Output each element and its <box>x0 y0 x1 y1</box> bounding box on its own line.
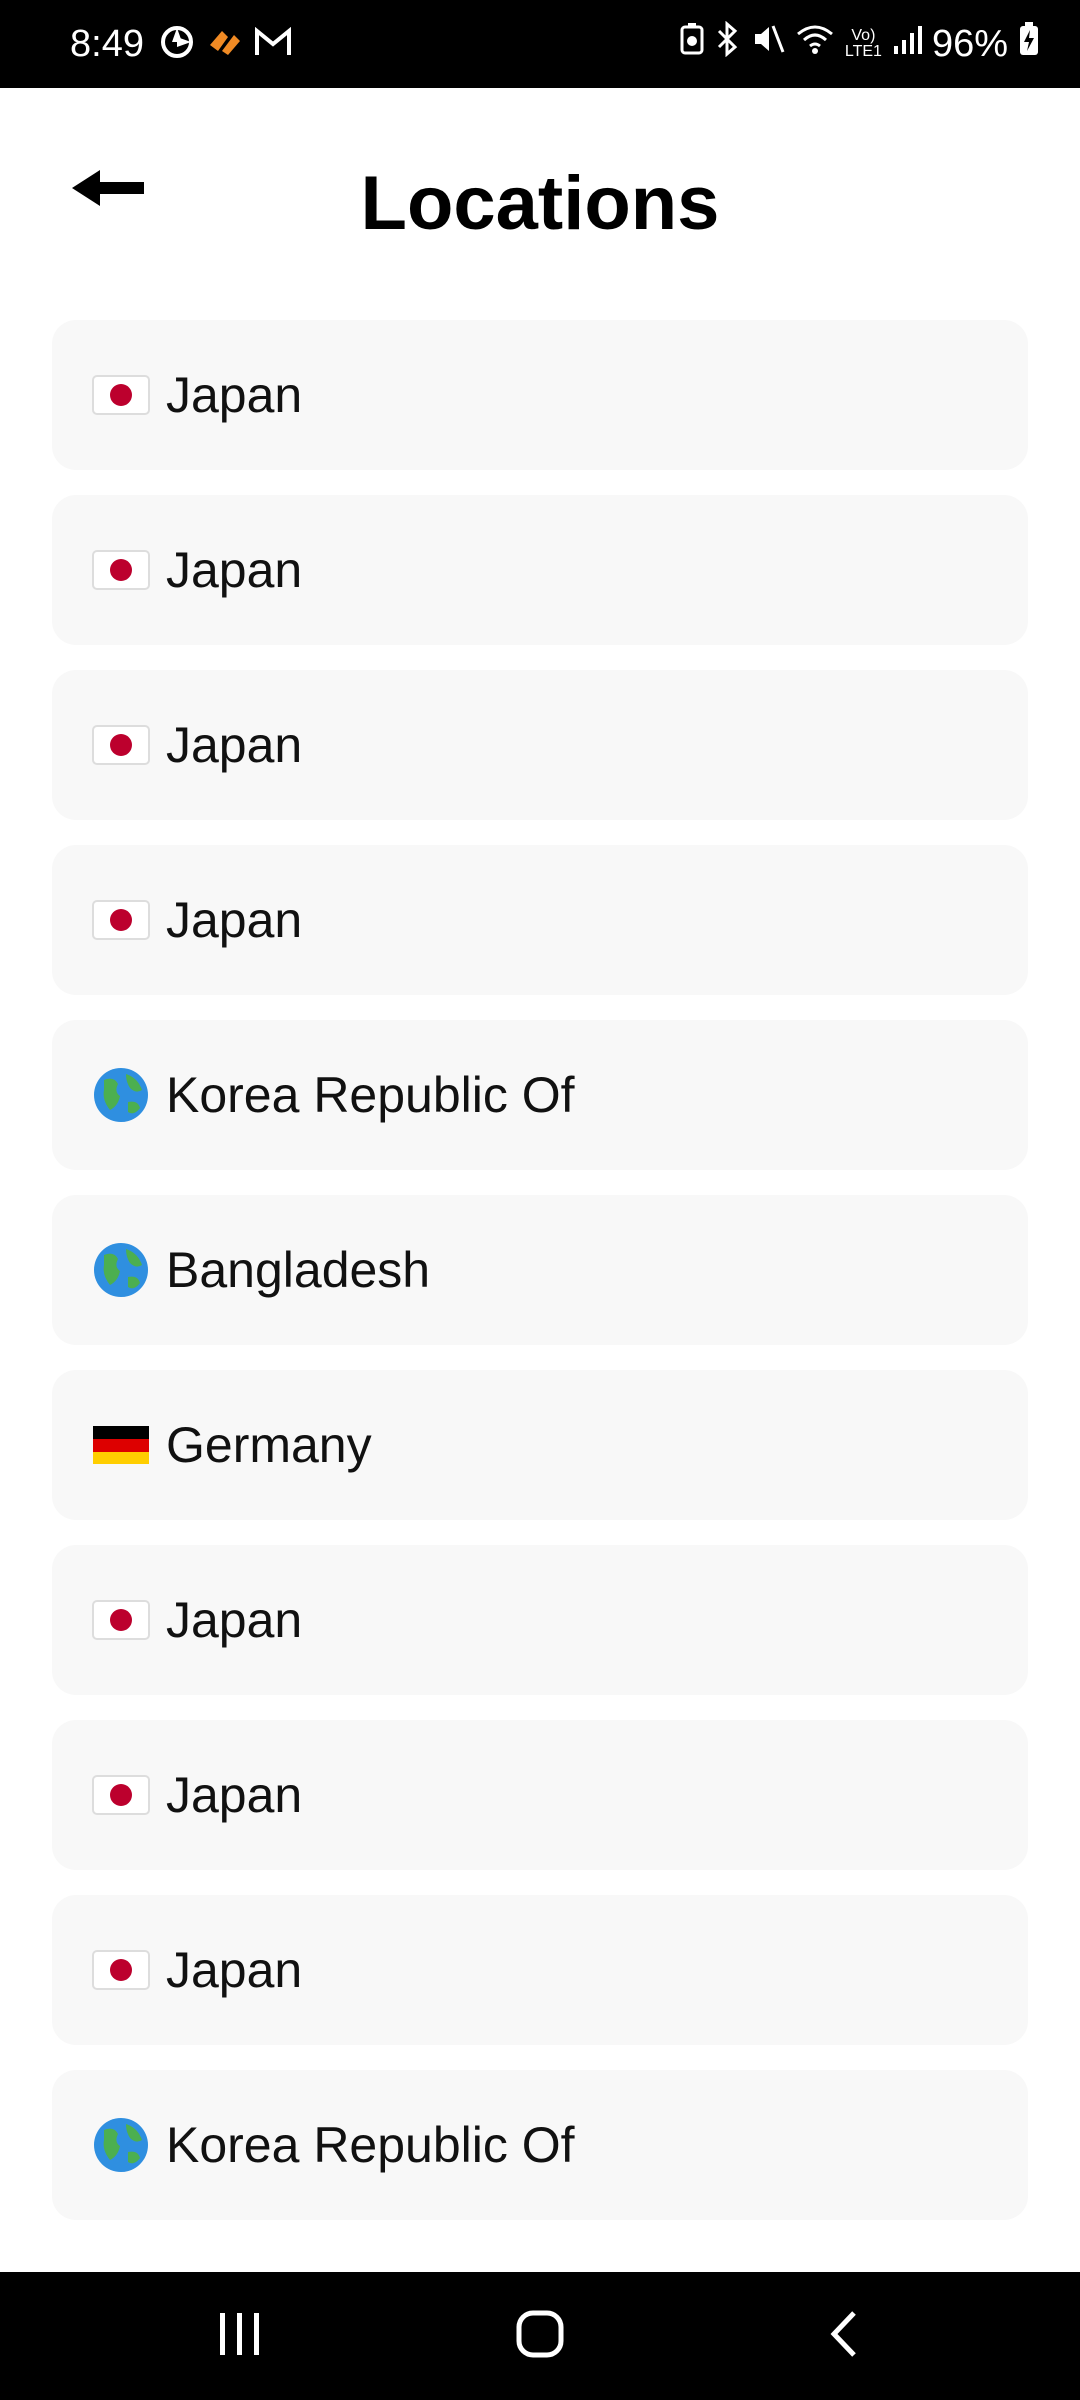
location-label: Japan <box>166 367 303 423</box>
header: Locations <box>0 88 1080 318</box>
battery-saver-icon <box>679 22 705 66</box>
location-label: Korea Republic Of <box>166 1067 575 1123</box>
japan-flag-icon <box>92 716 150 774</box>
globe-icon <box>92 1066 150 1124</box>
globe-icon <box>92 2116 150 2174</box>
notification-icons <box>160 0 292 88</box>
location-item[interactable]: Japan <box>52 670 1028 820</box>
location-item[interactable]: Japan <box>52 495 1028 645</box>
wifi-icon <box>795 22 835 66</box>
location-item[interactable]: Korea Republic Of <box>52 1020 1028 1170</box>
home-button[interactable] <box>480 2296 600 2376</box>
location-item[interactable]: Bangladesh <box>52 1195 1028 1345</box>
japan-flag-icon <box>92 1941 150 1999</box>
recent-apps-button[interactable] <box>180 2296 300 2376</box>
location-label: Japan <box>166 1767 303 1823</box>
bluetooth-icon <box>715 20 741 67</box>
location-item[interactable]: Korea Republic Of <box>52 2070 1028 2220</box>
location-item[interactable]: Japan <box>52 1545 1028 1695</box>
chevron-left-icon <box>828 2309 860 2364</box>
lte-icon: Vo) LTE1 <box>844 27 882 60</box>
app-notification-icon <box>206 25 242 64</box>
status-indicators: Vo) LTE1 96% <box>679 0 1040 88</box>
location-item[interactable]: Japan <box>52 1895 1028 2045</box>
back-nav-button[interactable] <box>784 2296 904 2376</box>
location-label: Japan <box>166 542 303 598</box>
germany-flag-icon <box>92 1416 150 1474</box>
home-icon <box>515 2309 565 2364</box>
japan-flag-icon <box>92 1766 150 1824</box>
location-label: Japan <box>166 892 303 948</box>
japan-flag-icon <box>92 1591 150 1649</box>
location-label: Japan <box>166 1592 303 1648</box>
signal-icon <box>892 23 922 66</box>
aperture-icon <box>160 25 194 64</box>
location-label: Bangladesh <box>166 1242 431 1298</box>
status-time: 8:49 <box>70 23 144 65</box>
location-item[interactable]: Japan <box>52 320 1028 470</box>
globe-icon <box>92 1241 150 1299</box>
location-label: Japan <box>166 717 303 773</box>
japan-flag-icon <box>92 891 150 949</box>
status-bar: 8:49 Vo) LTE1 96% <box>0 0 1080 88</box>
location-item[interactable]: Germany <box>52 1370 1028 1520</box>
page-title: Locations <box>360 161 720 246</box>
japan-flag-icon <box>92 541 150 599</box>
battery-percent: 96% <box>931 22 1008 65</box>
navigation-bar <box>0 2272 1080 2400</box>
location-label: Japan <box>166 1942 303 1998</box>
japan-flag-icon <box>92 366 150 424</box>
location-label: Korea Republic Of <box>166 2117 575 2173</box>
location-item[interactable]: Japan <box>52 845 1028 995</box>
location-label: Germany <box>166 1417 372 1473</box>
location-item[interactable]: Japan <box>52 1720 1028 1870</box>
recent-apps-icon <box>218 2311 262 2362</box>
locations-list: Japan Japan Japan Japan Korea Republic O… <box>52 320 1028 2245</box>
mute-icon <box>751 22 785 66</box>
battery-charging-icon <box>1018 21 1040 67</box>
gmail-icon <box>254 26 292 62</box>
